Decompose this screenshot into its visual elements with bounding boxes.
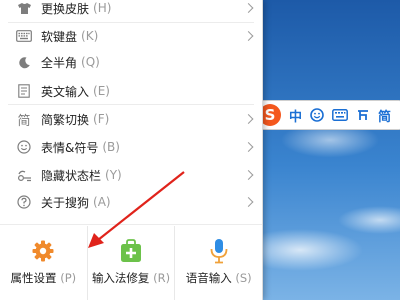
annotation-arrow xyxy=(88,171,185,248)
